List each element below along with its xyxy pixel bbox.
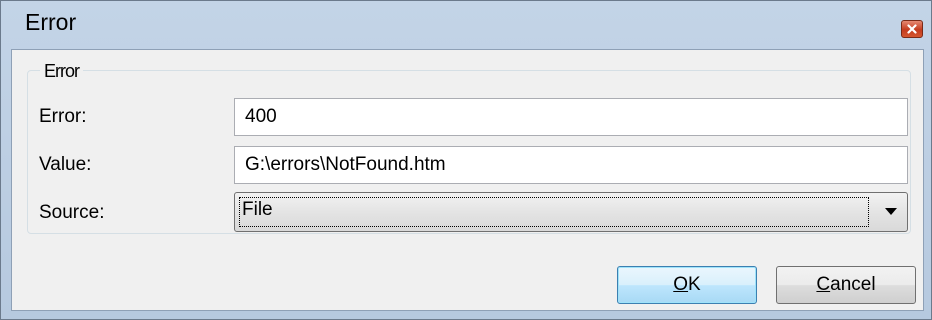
close-button[interactable] (901, 20, 923, 38)
ok-button[interactable]: OK (617, 266, 757, 304)
error-label: Error: (39, 106, 87, 127)
value-label: Value: (39, 154, 92, 175)
dialog-body: Error Error: 400 Value: G:\errors\NotFou… (11, 49, 924, 311)
source-label: Source: (39, 202, 105, 223)
cancel-label-rest: ancel (830, 274, 876, 295)
close-icon (907, 24, 917, 34)
cancel-mnemonic: C (816, 274, 831, 295)
error-dialog-window: Error Error Error: 400 Value: G:\errors\… (0, 0, 932, 320)
focus-rectangle (239, 197, 869, 227)
source-selected-value: File (242, 199, 273, 220)
error-code-input[interactable]: 400 (234, 98, 908, 136)
groupbox-legend: Error (40, 61, 83, 82)
value-path-input[interactable]: G:\errors\NotFound.htm (234, 146, 908, 184)
ok-label-rest: K (688, 274, 701, 295)
cancel-button[interactable]: Cancel (776, 266, 916, 304)
chevron-down-icon[interactable] (885, 208, 897, 215)
ok-mnemonic: O (673, 274, 689, 295)
title-bar[interactable]: Error (1, 1, 931, 49)
source-dropdown[interactable]: File (234, 192, 908, 232)
window-title: Error (25, 9, 77, 35)
